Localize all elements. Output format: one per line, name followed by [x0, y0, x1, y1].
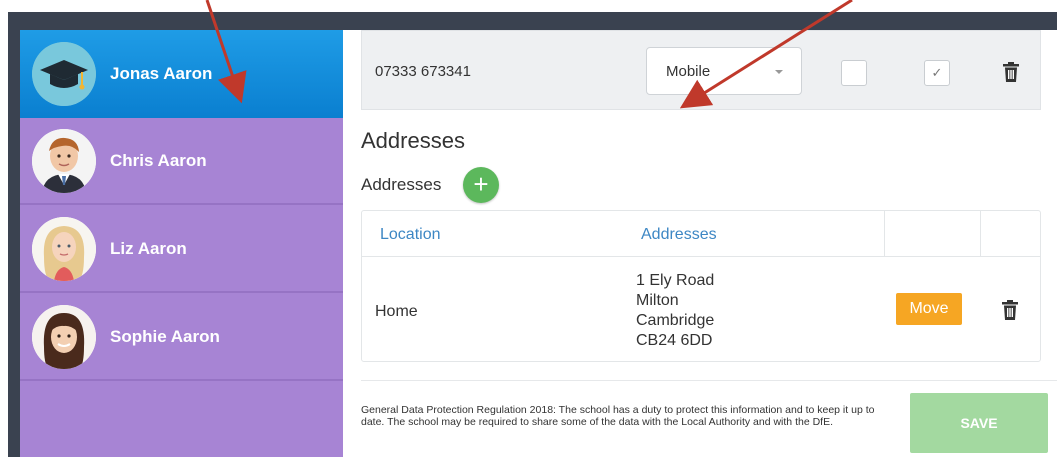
student-name: Jonas Aaron: [110, 64, 213, 83]
student-item-chris[interactable]: Chris Aaron: [20, 118, 343, 205]
column-divider: [980, 211, 981, 257]
window-frame-top: [8, 12, 1057, 30]
student-name: Chris Aaron: [110, 150, 207, 170]
student-item-jonas[interactable]: Jonas Aaron: [20, 30, 343, 118]
phone-checkbox-2[interactable]: ✓: [924, 60, 950, 86]
phone-type-select[interactable]: Mobile: [646, 47, 802, 95]
student-name: Sophie Aaron: [110, 326, 220, 346]
girl-dark-hair-photo: [32, 304, 96, 369]
table-header: Location Addresses: [362, 211, 1040, 257]
student-name: Liz Aaron: [110, 238, 187, 258]
address-line: Milton: [636, 292, 679, 309]
boy-photo: [32, 128, 96, 193]
trash-icon[interactable]: [1001, 299, 1019, 321]
student-item-liz[interactable]: Liz Aaron: [20, 206, 343, 293]
address-line: Cambridge: [636, 312, 715, 329]
address-line: CB24 6DD: [636, 332, 713, 349]
addresses-subheading: Addresses: [361, 175, 442, 194]
girl-blonde-photo: [32, 216, 96, 281]
phone-checkbox-1[interactable]: [841, 60, 867, 86]
address-lines: 1 Ely Road Milton Cambridge CB24 6DD: [636, 271, 714, 351]
addresses-table: Location Addresses Home 1 Ely Road Milto…: [361, 210, 1041, 362]
phone-number-row: 07333 673341 Mobile ✓: [361, 30, 1041, 110]
phone-number: 07333 673341: [375, 63, 471, 80]
window-frame-left: [8, 24, 20, 457]
address-line: 1 Ely Road: [636, 272, 715, 289]
addresses-heading: Addresses: [361, 128, 465, 153]
plus-icon: +: [473, 169, 489, 199]
add-address-button[interactable]: +: [463, 167, 499, 203]
gdpr-notice: General Data Protection Regulation 2018:…: [361, 404, 875, 428]
section-divider: [361, 380, 1057, 381]
student-sidebar: Jonas Aaron Chris Aaron Liz Aaron Sophie…: [20, 30, 343, 457]
trash-icon[interactable]: [1002, 61, 1020, 83]
address-location: Home: [375, 303, 418, 320]
student-item-sophie[interactable]: Sophie Aaron: [20, 294, 343, 381]
column-header-location: Location: [380, 226, 441, 243]
app-screen: Jonas Aaron Chris Aaron Liz Aaron Sophie…: [0, 0, 1057, 457]
move-button[interactable]: Move: [896, 293, 962, 325]
column-divider: [884, 211, 885, 257]
check-icon: ✓: [931, 65, 943, 80]
contact-details-panel: 07333 673341 Mobile ✓ Addresses Addresse…: [343, 30, 1057, 457]
column-header-addresses: Addresses: [641, 226, 717, 243]
phone-type-value: Mobile: [666, 63, 711, 80]
graduation-cap-avatar: [32, 42, 96, 106]
save-button[interactable]: SAVE: [910, 393, 1048, 453]
chevron-down-icon: [775, 70, 783, 74]
